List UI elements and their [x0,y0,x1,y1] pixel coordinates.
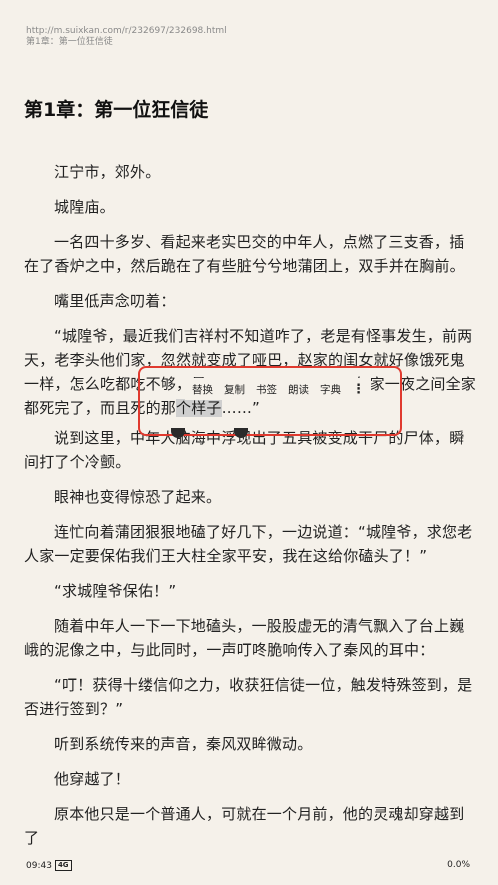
replace-button[interactable]: 替换 [189,382,216,397]
read-aloud-button[interactable]: 朗读 [285,382,312,397]
paragraph[interactable]: 江宁市，郊外。 [24,160,476,184]
chapter-title: 第1章：第一位狂信徒 [24,99,209,121]
clock: 09:43 [26,860,52,871]
running-chapter-header: 第1章：第一位狂信徒 [26,37,113,47]
paragraph[interactable]: 他穿越了！ [24,767,476,791]
more-options-icon[interactable]: ⋮ [349,382,367,397]
paragraph[interactable]: “叮！获得十缕信仰之力，收获狂信徒一位，触发特殊签到，是否进行签到？” [24,673,476,721]
network-icon: 4G [54,860,72,871]
copy-button[interactable]: 复制 [221,382,248,397]
paragraph[interactable]: 城隍庙。 [24,195,476,219]
selection-popup-menu: 替换 复制 书签 朗读 字典 ⋮ [185,378,371,400]
page-url: http://m.suixkan.com/r/232697/232698.htm… [26,26,227,36]
text-span[interactable]: ……” [222,399,260,417]
paragraph[interactable]: 连忙向着蒲团狠狠地磕了好几下，一边说道：“城隍爷，求您老人家一定要保佑我们王大柱… [24,520,476,568]
paragraph-with-selection[interactable]: “城隍爷，最近我们吉祥村不知道咋了，老是有怪事发生，前两天，老李头他们家，忽然就… [24,324,476,420]
paragraph[interactable]: 随着中年人一下一下地磕头，一股股虚无的清气飘入了台上巍峨的泥像之中，与此同时，一… [24,614,476,662]
chapter-content[interactable]: 江宁市，郊外。 城隍庙。 一名四十多岁、看起来老实巴交的中年人，点燃了三支香，插… [24,160,476,861]
paragraph[interactable]: “求城隍爷保佑！” [24,579,476,603]
bookmark-button[interactable]: 书签 [253,382,280,397]
status-time-area: 09:43 4G [26,860,72,871]
paragraph[interactable]: 听到系统传来的声音，秦风双眸微动。 [24,732,476,756]
paragraph[interactable]: 嘴里低声念叨着： [24,289,476,313]
reading-progress: 0.0% [447,860,470,870]
selected-text[interactable]: 个样子 [176,399,222,417]
paragraph[interactable]: 眼神也变得惊恐了起来。 [24,485,476,509]
paragraph[interactable]: 一名四十多岁、看起来老实巴交的中年人，点燃了三支香，插在了香炉之中，然后跪在了有… [24,230,476,278]
dictionary-button[interactable]: 字典 [317,382,344,397]
paragraph[interactable]: 原本他只是一个普通人，可就在一个月前，他的灵魂却穿越到了 [24,802,476,850]
paragraph[interactable]: 说到这里，中年人脑海中浮现出了五具被变成干尸的尸体，瞬间打了个冷颤。 [24,426,476,474]
